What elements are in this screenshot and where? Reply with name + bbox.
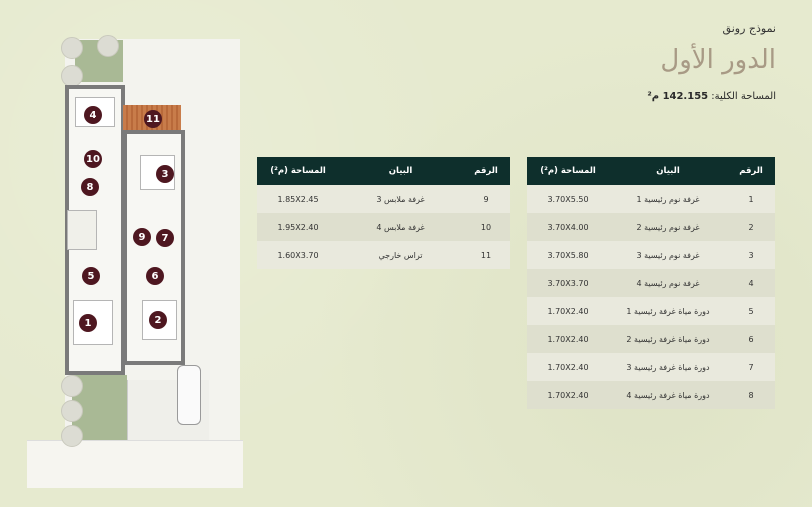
- table-row: 4 غرفة نوم رئيسية 4 3.70X3.70: [527, 269, 775, 297]
- stair-icon: [67, 210, 97, 250]
- car-icon: [177, 365, 201, 425]
- tree-icon: [97, 35, 119, 57]
- col-header-area: المساحة (م²): [257, 157, 339, 185]
- col-header-num: الرقم: [462, 157, 510, 185]
- table-row: 10 غرفة ملابس 4 1.95X2.40: [257, 213, 510, 241]
- cell-desc: دورة مياة غرفة رئيسية 4: [609, 381, 727, 409]
- cell-area: 1.70X2.40: [527, 353, 609, 381]
- cell-area: 1.70X2.40: [527, 381, 609, 409]
- room-badge-8: 8: [81, 178, 99, 196]
- cell-desc: غرفة نوم رئيسية 2: [609, 213, 727, 241]
- cell-num: 1: [727, 185, 775, 213]
- cell-desc: غرفة نوم رئيسية 4: [609, 269, 727, 297]
- cell-num: 2: [727, 213, 775, 241]
- cell-area: 3.70X5.80: [527, 241, 609, 269]
- tree-icon: [61, 400, 83, 422]
- cell-area: 3.70X5.50: [527, 185, 609, 213]
- col-header-num: الرقم: [727, 157, 775, 185]
- table-row: 1 غرفة نوم رئيسية 1 3.70X5.50: [527, 185, 775, 213]
- room-badge-5: 5: [82, 267, 100, 285]
- room-badge-2: 2: [149, 311, 167, 329]
- floor-plan: 4 11 10 3 8 9 7 5 6 1 2: [25, 35, 245, 490]
- cell-desc: تراس خارجي: [339, 241, 462, 269]
- col-header-desc: البيان: [339, 157, 462, 185]
- table-row: 5 دورة مياة غرفة رئيسية 1 1.70X2.40: [527, 297, 775, 325]
- cell-num: 11: [462, 241, 510, 269]
- room-badge-7: 7: [156, 229, 174, 247]
- tree-icon: [61, 425, 83, 447]
- cell-area: 1.60X3.70: [257, 241, 339, 269]
- cell-desc: غرفة نوم رئيسية 1: [609, 185, 727, 213]
- cell-num: 5: [727, 297, 775, 325]
- total-area-value: 142.155 م²: [647, 91, 709, 102]
- total-area: المساحة الكلية: 142.155 م²: [647, 91, 776, 102]
- cell-area: 1.85X2.45: [257, 185, 339, 213]
- cell-num: 10: [462, 213, 510, 241]
- cell-num: 8: [727, 381, 775, 409]
- table-row: 11 تراس خارجي 1.60X3.70: [257, 241, 510, 269]
- table-row: 9 غرفة ملابس 3 1.85X2.45: [257, 185, 510, 213]
- cell-num: 3: [727, 241, 775, 269]
- tree-icon: [61, 65, 83, 87]
- extra-rooms-table: الرقم البيان المساحة (م²) 9 غرفة ملابس 31…: [257, 157, 510, 269]
- room-badge-1: 1: [79, 314, 97, 332]
- cell-num: 7: [727, 353, 775, 381]
- cell-desc: غرفة ملابس 3: [339, 185, 462, 213]
- table-row: 2 غرفة نوم رئيسية 2 3.70X4.00: [527, 213, 775, 241]
- cell-num: 9: [462, 185, 510, 213]
- cell-desc: غرفة نوم رئيسية 3: [609, 241, 727, 269]
- cell-num: 6: [727, 325, 775, 353]
- table-row: 7 دورة مياة غرفة رئيسية 3 1.70X2.40: [527, 353, 775, 381]
- col-header-area: المساحة (م²): [527, 157, 609, 185]
- cell-area: 1.95X2.40: [257, 213, 339, 241]
- tree-icon: [61, 37, 83, 59]
- room-badge-10: 10: [84, 150, 102, 168]
- model-label: نموذج رونق: [722, 22, 776, 35]
- sidewalk: [27, 440, 243, 488]
- room-badge-6: 6: [146, 267, 164, 285]
- table-row: 8 دورة مياة غرفة رئيسية 4 1.70X2.40: [527, 381, 775, 409]
- cell-area: 1.70X2.40: [527, 297, 609, 325]
- total-area-label: المساحة الكلية:: [711, 91, 776, 102]
- col-header-desc: البيان: [609, 157, 727, 185]
- table-row: 6 دورة مياة غرفة رئيسية 2 1.70X2.40: [527, 325, 775, 353]
- rooms-table: الرقم البيان المساحة (م²) 1 غرفة نوم رئيس…: [527, 157, 775, 409]
- room-badge-3: 3: [156, 165, 174, 183]
- cell-desc: دورة مياة غرفة رئيسية 1: [609, 297, 727, 325]
- cell-area: 3.70X3.70: [527, 269, 609, 297]
- cell-num: 4: [727, 269, 775, 297]
- floor-title: الدور الأول: [660, 45, 776, 75]
- tree-icon: [61, 375, 83, 397]
- cell-area: 1.70X2.40: [527, 325, 609, 353]
- room-badge-11: 11: [144, 110, 162, 128]
- table-row: 3 غرفة نوم رئيسية 3 3.70X5.80: [527, 241, 775, 269]
- room-badge-9: 9: [133, 228, 151, 246]
- cell-desc: دورة مياة غرفة رئيسية 3: [609, 353, 727, 381]
- cell-desc: غرفة ملابس 4: [339, 213, 462, 241]
- page-header: نموذج رونق الدور الأول المساحة الكلية: 1…: [647, 22, 776, 102]
- room-badge-4: 4: [84, 106, 102, 124]
- cell-area: 3.70X4.00: [527, 213, 609, 241]
- cell-desc: دورة مياة غرفة رئيسية 2: [609, 325, 727, 353]
